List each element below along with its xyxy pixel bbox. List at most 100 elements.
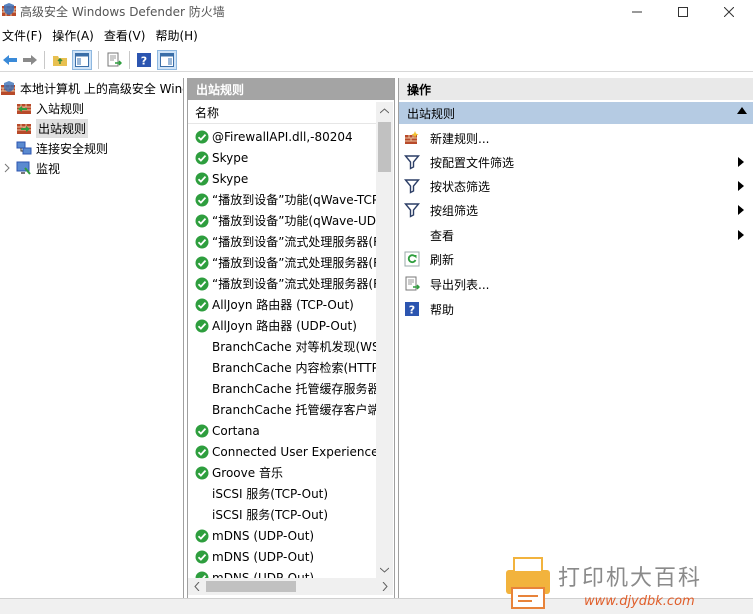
vertical-scroll-thumb[interactable]	[378, 122, 391, 172]
maximize-icon	[678, 7, 688, 17]
rule-name: Connected User Experiences	[212, 444, 376, 459]
show-hide-action-pane-button[interactable]	[157, 50, 177, 70]
rule-row[interactable]: iSCSI 服务(TCP-Out)	[188, 483, 376, 504]
scroll-right-icon[interactable]	[376, 578, 393, 595]
forward-button[interactable]	[20, 50, 40, 70]
rule-row[interactable]: BranchCache 内容检索(HTTP-	[188, 357, 376, 378]
rule-row[interactable]: iSCSI 服务(TCP-Out)	[188, 504, 376, 525]
scroll-up-icon[interactable]	[376, 102, 393, 119]
scroll-down-icon[interactable]	[376, 561, 393, 578]
action-item[interactable]: 新建规则...	[399, 126, 753, 150]
new-rule-icon	[405, 131, 419, 144]
action-label: 帮助	[430, 302, 455, 317]
action-label: 按组筛选	[430, 203, 479, 218]
svg-text:?: ?	[409, 304, 415, 317]
action-item[interactable]: 刷新	[399, 247, 753, 271]
rule-row[interactable]: “播放到设备”流式处理服务器(R	[188, 273, 376, 294]
tree-item-inbound[interactable]: 入站规则	[16, 98, 84, 118]
vertical-scrollbar[interactable]	[376, 102, 393, 578]
rule-name: Groove 音乐	[212, 466, 283, 480]
action-item[interactable]: 导出列表...	[399, 272, 753, 296]
rule-name: BranchCache 内容检索(HTTP-	[212, 361, 376, 375]
rule-row[interactable]: BranchCache 对等机发现(WSI	[188, 336, 376, 357]
tree-item-monitoring[interactable]: 监视	[2, 158, 60, 178]
chevron-right-icon	[4, 163, 10, 173]
window-title: 高级安全 Windows Defender 防火墙	[20, 5, 225, 19]
rule-row[interactable]: mDNS (UDP-Out)	[188, 525, 376, 546]
menu-action[interactable]: 操作(A)	[48, 27, 98, 44]
rule-row[interactable]: “播放到设备”流式处理服务器(R	[188, 252, 376, 273]
filter-icon	[404, 155, 420, 170]
enabled-check-icon	[195, 130, 209, 143]
rule-row[interactable]: BranchCache 托管缓存客户端	[188, 399, 376, 420]
rule-row[interactable]: Skype	[188, 147, 376, 168]
action-item[interactable]: ? 帮助	[399, 297, 753, 321]
maximize-button[interactable]	[660, 0, 706, 24]
action-label: 按状态筛选	[430, 179, 491, 194]
rule-row[interactable]: BranchCache 托管缓存服务器	[188, 378, 376, 399]
rule-row[interactable]: Connected User Experiences	[188, 441, 376, 462]
horizontal-scrollbar[interactable]	[188, 578, 393, 595]
action-item[interactable]: 按状态筛选	[399, 174, 753, 198]
printer-logo-icon	[506, 557, 550, 609]
actions-pane: 操作 出站规则 新建规则... 按配置文件筛选 按状态筛选 按组筛选 查看 刷新 导出列表.…	[398, 78, 753, 598]
action-item[interactable]: 按配置文件筛选	[399, 150, 753, 174]
enabled-check-icon	[195, 193, 209, 206]
submenu-arrow-icon	[738, 230, 744, 240]
actions-group-label: 出站规则	[407, 106, 456, 121]
firewall-root-icon	[1, 81, 15, 95]
rule-row[interactable]: “播放到设备”功能(qWave-UDF	[188, 210, 376, 231]
back-button[interactable]	[0, 50, 20, 70]
action-item[interactable]: 查看	[399, 223, 753, 247]
rule-name: iSCSI 服务(TCP-Out)	[212, 508, 329, 522]
connection-security-icon	[16, 141, 32, 155]
rule-row[interactable]: AllJoyn 路由器 (TCP-Out)	[188, 294, 376, 315]
actions-group-outbound[interactable]: 出站规则	[399, 102, 753, 124]
rule-row[interactable]: mDNS (UDP-Out)	[188, 546, 376, 567]
menu-file[interactable]: 文件(F)	[0, 27, 46, 44]
close-icon	[724, 7, 734, 17]
tree-item-outbound[interactable]: 出站规则	[16, 118, 89, 138]
action-label: 新建规则...	[430, 131, 490, 146]
watermark-url: www.djydbk.com	[584, 594, 695, 609]
refresh-icon	[404, 251, 420, 267]
horizontal-scroll-thumb[interactable]	[206, 581, 296, 592]
scroll-left-icon[interactable]	[188, 578, 205, 595]
rule-row[interactable]: Groove 音乐	[188, 462, 376, 483]
rule-name: Skype	[212, 150, 249, 165]
export-list-icon	[107, 52, 122, 67]
tree-item-label: 入站规则	[36, 101, 85, 116]
toolbar: ?	[0, 48, 753, 72]
rule-name: “播放到设备”流式处理服务器(R	[212, 235, 376, 249]
export-button[interactable]	[104, 50, 124, 70]
close-button[interactable]	[706, 0, 752, 24]
svg-text:?: ?	[141, 55, 147, 68]
collapse-icon[interactable]	[737, 107, 747, 114]
firewall-app-icon	[2, 3, 16, 16]
menu-view[interactable]: 查看(V)	[100, 27, 150, 44]
help-button[interactable]: ?	[134, 50, 154, 70]
up-folder-button[interactable]	[50, 50, 70, 70]
minimize-button[interactable]	[614, 0, 660, 24]
rule-row[interactable]: AllJoyn 路由器 (UDP-Out)	[188, 315, 376, 336]
column-header-name[interactable]: 名称	[188, 102, 376, 124]
watermark: 打印机大百科 www.djydbk.com	[498, 552, 753, 614]
menu-help[interactable]: 帮助(H)	[151, 27, 201, 44]
rule-row[interactable]: Skype	[188, 168, 376, 189]
export-icon	[405, 276, 420, 291]
tree-item-connection-security[interactable]: 连接安全规则	[16, 138, 108, 158]
rule-row[interactable]: Cortana	[188, 420, 376, 441]
action-label: 导出列表...	[430, 277, 490, 292]
inbound-rules-icon	[17, 104, 31, 114]
enabled-check-icon	[195, 151, 209, 164]
rule-row[interactable]: “播放到设备”功能(qWave-TCP	[188, 189, 376, 210]
rule-name: @FirewallAPI.dll,-80204	[212, 129, 353, 144]
rule-name: AllJoyn 路由器 (TCP-Out)	[212, 298, 354, 312]
submenu-arrow-icon	[738, 205, 744, 215]
action-item[interactable]: 按组筛选	[399, 198, 753, 222]
action-pane-icon	[160, 53, 174, 67]
tree-root[interactable]: 本地计算机 上的高级安全 Windo	[0, 78, 183, 98]
rule-row[interactable]: @FirewallAPI.dll,-80204	[188, 126, 376, 147]
rule-row[interactable]: “播放到设备”流式处理服务器(R	[188, 231, 376, 252]
show-hide-tree-button[interactable]	[72, 50, 92, 70]
